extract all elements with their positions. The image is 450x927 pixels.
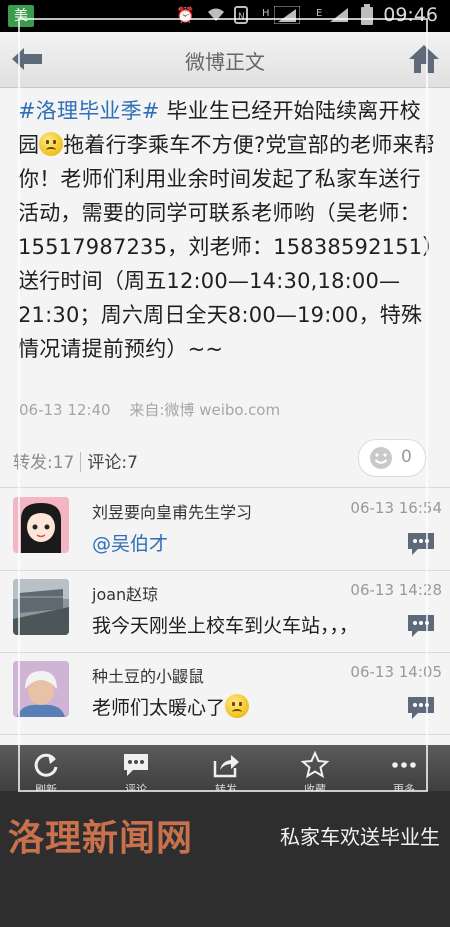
signal-e-icon: E (316, 8, 323, 19)
post-source: 来自:微博 weibo.com (129, 401, 281, 419)
comment-button[interactable]: 评论 (96, 745, 176, 791)
tab-divider (80, 452, 82, 472)
comment-author[interactable]: 种土豆的小鼹鼠 (92, 663, 204, 687)
post-text-part2: 拖着行李乘车不方便?党宣部的老师来帮你！老师们利用业余时间发起了私家车送行活动，… (18, 133, 435, 361)
nfc-icon: N (234, 6, 248, 28)
post-time: 06-13 12:40 (19, 401, 111, 419)
app-notification-icon: 美 (8, 5, 34, 27)
comment-time: 06-13 14:28 (350, 581, 442, 599)
repost-count-tab[interactable]: 转发:17 (13, 453, 74, 473)
repost-label: 转发 (215, 783, 237, 791)
comment-text-content: 老师们太暖心了 (92, 697, 226, 719)
reply-button[interactable] (406, 613, 436, 639)
news-site-logo: 洛理新闻网 (8, 817, 194, 859)
news-banner: 洛理新闻网 私家车欢送毕业生 (0, 791, 450, 927)
avatar[interactable] (13, 497, 69, 553)
comment-item[interactable]: joan赵琼 06-13 14:28 我今天刚坐上校车到火车站，，， (0, 570, 450, 652)
divider (0, 734, 450, 735)
avatar[interactable] (13, 661, 69, 717)
topic-link[interactable]: #洛理毕业季# (18, 99, 160, 123)
more-label: 更多 (393, 783, 415, 791)
post-meta: 06-13 12:40 来自:微博 weibo.com (19, 399, 294, 420)
sad-face-icon (225, 694, 250, 718)
home-button[interactable] (408, 44, 440, 74)
like-count: 0 (401, 447, 412, 467)
wifi-icon (206, 6, 226, 26)
comment-count-tab[interactable]: 评论:7 (87, 453, 138, 473)
reply-button[interactable] (406, 695, 436, 721)
comment-item[interactable]: 刘昱要向皇甫先生学习 06-13 16:54 @吴伯才 (0, 488, 450, 570)
battery-icon (360, 4, 374, 30)
post-counts: 转发:17 评论:7 (13, 448, 138, 473)
comment-author[interactable]: 刘昱要向皇甫先生学习 (92, 499, 252, 523)
post-detail: #洛理毕业季# 毕业生已经开始陆续离开校园 拖着行李乘车不方便?党宣部的老师来帮你… (0, 88, 450, 791)
banner-caption: 私家车欢送毕业生 (280, 825, 440, 849)
avatar[interactable] (13, 579, 69, 635)
comment-text: 老师们太暖心了 (92, 693, 250, 720)
signal-h-icon: H (262, 8, 270, 19)
refresh-label: 刷新 (35, 783, 57, 791)
bottom-toolbar: 刷新 评论 转发 收藏 更多 (0, 745, 450, 791)
comment-text[interactable]: @吴伯才 (92, 529, 168, 556)
more-dots-icon (392, 762, 416, 768)
comment-time: 06-13 16:54 (350, 499, 442, 517)
cartoon-girl-avatar-icon (13, 497, 69, 553)
more-button[interactable]: 更多 (364, 745, 444, 791)
favorite-label: 收藏 (304, 783, 326, 791)
portrait-avatar-icon (13, 661, 69, 717)
chat-bubble-icon (408, 533, 434, 555)
refresh-button[interactable]: 刷新 (6, 745, 86, 791)
like-button[interactable]: 0 (358, 439, 426, 477)
alarm-icon: ⏰ (176, 6, 195, 24)
chat-bubble-icon (408, 697, 434, 719)
clock: 09:46 (383, 4, 438, 26)
comment-author[interactable]: joan赵琼 (92, 581, 158, 605)
page-title: 微博正文 (185, 50, 265, 74)
comment-item[interactable]: 种土豆的小鼹鼠 06-13 14:05 老师们太暖心了 (0, 652, 450, 734)
share-icon (213, 755, 239, 778)
repost-button[interactable]: 转发 (186, 745, 266, 791)
smiley-icon (370, 447, 392, 469)
comment-time: 06-13 14:05 (350, 663, 442, 681)
refresh-icon (34, 753, 58, 777)
reply-button[interactable] (406, 531, 436, 557)
signal-bars-2-icon (328, 6, 350, 28)
favorite-button[interactable]: 收藏 (275, 745, 355, 791)
sad-face-icon (39, 132, 64, 156)
comment-text: 我今天刚坐上校车到火车站，，， (92, 615, 359, 637)
chat-bubble-icon (408, 615, 434, 637)
star-icon (301, 751, 329, 779)
header-bar: 微博正文 (0, 32, 450, 88)
comment-icon (124, 754, 148, 776)
status-bar: 美 ⏰ N H E 09:46 (0, 0, 450, 32)
home-icon (409, 45, 439, 73)
comment-label: 评论 (125, 783, 147, 791)
svg-text:N: N (238, 12, 245, 22)
signal-bars-icon (273, 5, 301, 28)
post-body: #洛理毕业季# 毕业生已经开始陆续离开校园 拖着行李乘车不方便?党宣部的老师来帮你… (18, 94, 436, 366)
train-station-avatar-icon (13, 579, 69, 635)
